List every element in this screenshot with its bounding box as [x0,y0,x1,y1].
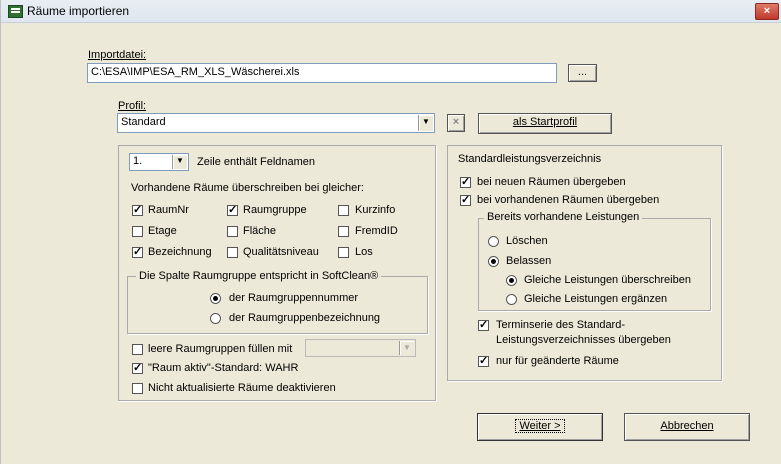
qualitaetsniveau-label: Qualitätsniveau [243,246,319,258]
import-file-field[interactable]: C:\ESA\IMP\ESA_RM_XLS_Wäscherei.xls [87,63,557,83]
flaeche-checkbox[interactable] [227,226,238,237]
next-label: Weiter > [515,419,565,433]
existing-rooms-checkbox[interactable] [460,193,471,206]
new-rooms-checkbox[interactable] [460,175,471,188]
changed-only-checkbox[interactable] [478,354,489,367]
termin-series-label-2: Leistungsverzeichnisses übergeben [496,334,671,346]
keep-services-radio[interactable] [488,256,499,267]
existing-services-title: Bereits vorhandene Leistungen [484,211,643,223]
flaeche-label: Fläche [243,225,277,237]
etage-label: Etage [148,225,177,237]
delete-services-radio[interactable] [488,236,499,247]
raumgruppe-label: Raumgruppe [243,204,307,216]
kurzinfo-label: Kurzinfo [355,204,396,216]
delete-services-label: Löschen [506,235,548,247]
raumgruppe-checkbox[interactable] [227,203,238,216]
fill-group-select[interactable]: ▼ [305,339,416,357]
title-bar: Räume importieren × [1,0,781,23]
import-file-label: Importdatei: [88,49,147,61]
profile-value: Standard [121,116,166,128]
kurzinfo-checkbox[interactable] [338,205,349,216]
window-title: Räume importieren [27,4,130,18]
supplement-services-radio[interactable] [506,294,517,305]
startprofile-label: als Startprofil [512,116,578,128]
profile-label: Profil: [118,100,147,112]
profile-select[interactable]: Standard ▼ [117,113,435,133]
keep-services-label: Belassen [506,255,552,267]
raumgruppe-group [127,276,428,334]
raum-aktiv-label: "Raum aktiv"-Standard: WAHR [148,362,299,374]
deactivate-rooms-checkbox[interactable] [132,383,143,394]
app-icon [8,5,23,18]
header-row-value: 1. [133,155,143,167]
deactivate-rooms-label: Nicht aktualisierte Räume deaktivieren [148,382,336,394]
cancel-button[interactable]: Abbrechen [624,413,750,441]
bezeichnung-label: Bezeichnung [148,246,212,258]
fill-empty-groups-label: leere Raumgruppen füllen mit [148,343,293,355]
startprofile-button[interactable]: als Startprofil [478,113,612,134]
browse-button[interactable]: ... [568,64,597,82]
delete-icon: × [452,116,460,128]
etage-checkbox[interactable] [132,226,143,237]
supplement-services-label: Gleiche Leistungen ergänzen [524,293,668,305]
los-checkbox[interactable] [338,247,349,258]
raumgruppennummer-label: der Raumgruppennummer [229,292,359,304]
standard-service-title: Standardleistungsverzeichnis [458,153,602,165]
header-row-label: Zeile enthält Feldnamen [197,156,316,168]
fill-empty-groups-checkbox[interactable] [132,344,143,355]
raumgruppennummer-radio[interactable] [210,293,221,304]
cancel-label: Abbrechen [660,420,714,432]
next-button[interactable]: Weiter > [477,413,603,441]
delete-profile-button[interactable]: × [447,114,465,132]
chevron-down-icon[interactable]: ▼ [399,341,414,355]
overwrite-services-radio[interactable] [506,275,517,286]
raumgruppenbezeichnung-label: der Raumgruppenbezeichnung [229,312,381,324]
raumnr-checkbox[interactable] [132,203,143,216]
raumnr-label: RaumNr [148,204,189,216]
header-row-select[interactable]: 1. ▼ [129,153,189,171]
overwrite-label: Vorhandene Räume überschreiben bei gleic… [131,182,364,194]
new-rooms-label: bei neuen Räumen übergeben [477,176,626,188]
close-button[interactable]: × [755,3,779,20]
chevron-down-icon[interactable]: ▼ [172,155,187,169]
fremdid-checkbox[interactable] [338,226,349,237]
overwrite-services-label: Gleiche Leistungen überschreiben [524,274,691,286]
existing-rooms-label: bei vorhandenen Räumen übergeben [477,194,660,206]
raumgruppe-group-title: Die Spalte Raumgruppe entspricht in Soft… [136,270,382,282]
termin-series-label-1: Terminserie des Standard- [496,319,626,331]
los-label: Los [355,246,373,258]
raum-aktiv-checkbox[interactable] [132,361,143,374]
fremdid-label: FremdID [355,225,398,237]
raumgruppenbezeichnung-radio[interactable] [210,313,221,324]
import-rooms-dialog: Räume importieren × Importdatei: C:\ESA\… [0,0,781,464]
changed-only-label: nur für geänderte Räume [496,355,619,367]
termin-series-checkbox[interactable] [478,318,489,331]
qualitaetsniveau-checkbox[interactable] [227,247,238,258]
chevron-down-icon[interactable]: ▼ [418,115,433,131]
bezeichnung-checkbox[interactable] [132,245,143,258]
